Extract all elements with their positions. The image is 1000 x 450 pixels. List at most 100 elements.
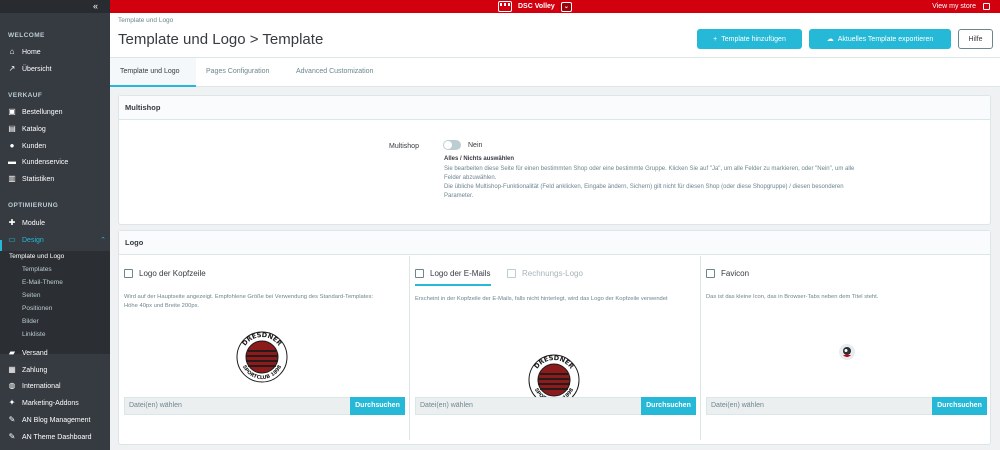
sidebar-item-customers[interactable]: ● Kunden [8, 139, 108, 153]
sidebar-item-blog-management[interactable]: ✎ AN Blog Management [8, 413, 108, 427]
trend-icon: ↗ [8, 64, 16, 73]
favicon-file-input[interactable]: Datei(en) wählen [706, 397, 933, 415]
submenu-item-linklist[interactable]: Linkliste [22, 331, 45, 338]
multishop-help-line: Parameter. [444, 193, 474, 199]
favicon-checkbox[interactable] [706, 269, 715, 278]
card-icon: ▦ [8, 365, 16, 374]
sidebar-item-theme-dashboard[interactable]: ✎ AN Theme Dashboard [8, 430, 108, 444]
header-logo-checkbox[interactable] [124, 269, 133, 278]
submenu-item-email-theme[interactable]: E-Mail-Theme [22, 279, 63, 286]
cart-icon: ▣ [8, 107, 16, 116]
sidebar-item-shipping[interactable]: ▰ Versand [8, 346, 108, 360]
chevron-up-icon: ⌃ [100, 237, 106, 244]
help-button[interactable]: Hilfe [958, 29, 993, 49]
sidebar-section-welcome: WELCOME [8, 32, 45, 39]
tab-template-logo[interactable]: Template und Logo [110, 58, 196, 87]
chart-icon: ▥ [8, 174, 16, 183]
header-logo-description: Höhe 40px und Breite 200px. [124, 303, 200, 309]
sidebar-section-optimization: OPTIMIERUNG [8, 202, 59, 209]
multishop-help-line: Felder abzuwählen. [444, 175, 497, 181]
favicon-description: Das ist das kleine Icon, das in Browser-… [706, 294, 879, 300]
header-logo-description: Wird auf der Hauptseite angezeigt. Empfo… [124, 294, 374, 300]
favicon-browse-button[interactable]: Durchsuchen [932, 397, 987, 415]
plus-icon: + [713, 35, 718, 43]
design-submenu: Template und Logo Templates E-Mail-Theme… [0, 251, 110, 354]
sidebar-item-payment[interactable]: ▦ Zahlung [8, 363, 108, 377]
add-template-button[interactable]: + Template hinzufügen [697, 29, 802, 49]
multishop-help-line: Sie bearbeiten diese Seite für einen bes… [444, 166, 855, 172]
multishop-label: Multishop [389, 143, 419, 150]
chat-icon: ▬ [8, 157, 16, 166]
shop-name: DSC Volley [518, 3, 555, 10]
monitor-icon: ▭ [8, 235, 16, 244]
home-icon: ⌂ [9, 47, 15, 56]
sidebar-item-orders[interactable]: ▣ Bestellungen [8, 105, 108, 119]
collapse-sidebar-icon[interactable]: « [0, 0, 110, 13]
blog-icon: ✎ [8, 415, 16, 424]
favicon-preview-icon [839, 344, 855, 360]
chevron-down-icon[interactable]: ⌄ [560, 1, 572, 12]
globe-icon: ◍ [8, 381, 16, 390]
sidebar-item-overview[interactable]: ↗ Übersicht [8, 62, 108, 76]
multishop-toggle[interactable] [443, 140, 461, 150]
logo-panel-title: Logo [119, 231, 990, 255]
truck-icon: ▰ [8, 348, 16, 357]
sidebar-item-modules[interactable]: ✚ Module [8, 216, 108, 230]
sidebar-item-international[interactable]: ◍ International [8, 379, 108, 393]
email-logo-active-underline [415, 284, 491, 286]
email-logo-browse-button[interactable]: Durchsuchen [641, 397, 696, 415]
email-logo-file-input[interactable]: Datei(en) wählen [415, 397, 642, 415]
cloud-upload-icon: ☁ [826, 36, 834, 43]
page-title: Template und Logo > Template [118, 31, 324, 48]
sidebar-item-home[interactable]: ⌂ Home [8, 45, 108, 59]
header-logo-column: Logo der Kopfzeile Wird auf der Hauptsei… [119, 256, 410, 440]
view-store-link[interactable]: View my store [932, 0, 976, 13]
email-logo-description: Erscheint in der Kopfzeile der E-Mails, … [415, 296, 668, 302]
sidebar-item-customer-service[interactable]: ▬ Kundenservice [8, 155, 108, 169]
submenu-item-pages[interactable]: Seiten [22, 292, 40, 299]
user-icon: ● [9, 141, 15, 150]
header-logo-file-input[interactable]: Datei(en) wählen [124, 397, 351, 415]
favicon-option[interactable]: Favicon [706, 269, 749, 278]
invoice-logo-checkbox[interactable] [507, 269, 516, 278]
tab-advanced-customization[interactable]: Advanced Customization [286, 58, 383, 87]
shop-selector[interactable]: DSC Volley ⌄ [498, 0, 572, 13]
theme-icon: ✎ [8, 432, 16, 441]
header-logo-browse-button[interactable]: Durchsuchen [350, 397, 405, 415]
sidebar: WELCOME ⌂ Home ↗ Übersicht VERKAUF ▣ Bestel… [0, 13, 110, 450]
store-icon: ▤ [8, 124, 16, 133]
puzzle-icon: ✚ [8, 218, 16, 227]
submenu-item-template-logo[interactable]: Template und Logo [9, 253, 64, 260]
multishop-help-title: Alles / Nichts auswählen [444, 156, 515, 162]
tab-pages-configuration[interactable]: Pages Configuration [196, 58, 279, 87]
email-logo-checkbox[interactable] [415, 269, 424, 278]
sidebar-item-design[interactable]: ▭ Design ⌃ [8, 233, 108, 247]
submenu-item-templates[interactable]: Templates [22, 266, 52, 273]
club-logo-emblem: DRESDNER SPORTCLUB 1898 [236, 331, 288, 383]
multishop-value: Nein [468, 142, 483, 149]
sidebar-item-catalog[interactable]: ▤ Katalog [8, 122, 108, 136]
multishop-help-line: Die übliche Multishop-Funktionalität (Fe… [444, 184, 844, 190]
rocket-icon: ✦ [8, 398, 16, 407]
email-logo-column: Logo der E-Mails Rechnungs-Logo Erschein… [410, 256, 701, 440]
export-template-button[interactable]: ☁ Aktuelles Template exportieren [809, 29, 951, 49]
breadcrumb[interactable]: Template und Logo [118, 17, 173, 24]
sidebar-item-marketing-addons[interactable]: ✦ Marketing-Addons [8, 396, 108, 410]
favicon-column: Favicon Das ist das kleine Icon, das in … [701, 256, 992, 440]
email-logo-option[interactable]: Logo der E-Mails [415, 269, 490, 278]
multishop-body: Multishop Nein Alles / Nichts auswählen … [119, 120, 990, 224]
multishop-panel-title: Multishop [119, 96, 990, 120]
external-link-icon[interactable] [983, 3, 990, 10]
sidebar-section-sales: VERKAUF [8, 92, 43, 99]
submenu-item-positions[interactable]: Positionen [22, 305, 52, 312]
invoice-logo-option[interactable]: Rechnungs-Logo [507, 269, 583, 278]
logo-panel: Logo Logo der Kopfzeile Wird auf der Hau… [118, 230, 991, 445]
sidebar-item-statistics[interactable]: ▥ Statistiken [8, 172, 108, 186]
multishop-panel: Multishop Multishop Nein Alles / Nichts … [118, 95, 991, 225]
header-logo-option[interactable]: Logo der Kopfzeile [124, 269, 206, 278]
submenu-item-images[interactable]: Bilder [22, 318, 39, 325]
tab-bar: Template und Logo Pages Configuration Ad… [110, 58, 1000, 87]
top-bar: « DSC Volley ⌄ View my store [0, 0, 1000, 13]
store-icon [498, 1, 512, 12]
page-header: Template und Logo Template und Logo > Te… [110, 13, 1000, 58]
